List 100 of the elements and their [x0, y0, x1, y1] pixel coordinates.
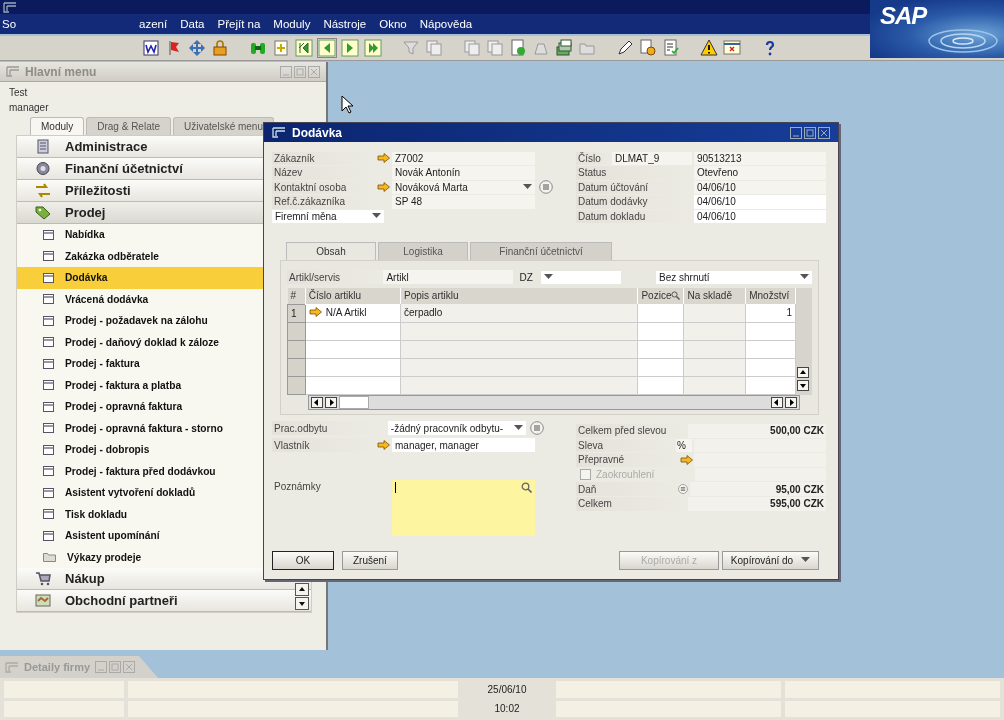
stacked-documents-icon[interactable]: [555, 39, 573, 57]
column-header[interactable]: Pozice: [637, 287, 684, 304]
tab[interactable]: Drag & Relate: [86, 117, 172, 135]
copy-button[interactable]: Kopírování do: [722, 550, 819, 570]
menu-item[interactable]: Okno: [379, 18, 407, 30]
input-field[interactable]: 04/06/10: [694, 180, 826, 194]
input-field[interactable]: manager, manager: [392, 438, 535, 452]
menu-entry[interactable]: Prodej - faktura před dodávkou: [17, 460, 311, 482]
scroll-left-button[interactable]: [771, 396, 783, 408]
pencil-icon[interactable]: [616, 39, 634, 57]
status-time: 10:02: [493, 702, 521, 717]
close-icon[interactable]: [308, 65, 320, 78]
menu-entry[interactable]: Prodej - daňový doklad k záloze: [17, 331, 311, 353]
tab[interactable]: Finanční účetnictví: [470, 241, 612, 260]
dropdown-arrow-icon[interactable]: [543, 274, 553, 280]
document-icon[interactable]: [142, 39, 160, 57]
input-field[interactable]: Z7002: [392, 151, 535, 165]
link-arrow-icon[interactable]: [308, 307, 322, 317]
menu-entry[interactable]: Prodej - faktura a platba: [17, 374, 311, 396]
checklist-icon[interactable]: [662, 39, 680, 57]
dropdown-arrow-icon[interactable]: [514, 425, 523, 431]
module-header[interactable]: Obchodní partneři: [17, 590, 311, 612]
vertical-scrollbar[interactable]: [796, 287, 812, 395]
input-field[interactable]: 04/06/10: [694, 209, 826, 223]
tab[interactable]: Moduly: [30, 117, 85, 135]
last-record-icon[interactable]: [364, 39, 382, 57]
tab[interactable]: Logistika: [378, 241, 468, 260]
cancel-button[interactable]: Zrušení: [342, 550, 398, 570]
warning-icon[interactable]: [700, 39, 718, 57]
list-button-icon[interactable]: [678, 482, 688, 497]
scroll-down-button[interactable]: [797, 379, 810, 391]
column-header[interactable]: Množství: [745, 287, 796, 304]
previous-record-icon[interactable]: [318, 39, 336, 57]
input-field[interactable]: Otevřeno: [694, 166, 826, 180]
dropdown-arrow-icon[interactable]: [523, 184, 532, 191]
scroll-left-button[interactable]: [311, 396, 323, 408]
copy-icon[interactable]: [425, 39, 443, 57]
scroll-right-button[interactable]: [785, 396, 797, 408]
menu-item[interactable]: Přejít na: [217, 18, 261, 30]
dropdown-arrow-icon[interactable]: [800, 274, 809, 280]
input-field[interactable]: 04/06/10: [694, 195, 826, 209]
copy-icon[interactable]: [463, 39, 481, 57]
lock-icon[interactable]: [211, 39, 229, 57]
link-arrow-icon[interactable]: [377, 182, 390, 193]
column-header[interactable]: Číslo artiklu: [305, 287, 401, 304]
dropdown-arrow-icon[interactable]: [801, 557, 811, 563]
menu-entry[interactable]: Asistent upomínání: [17, 525, 311, 547]
copy-icon[interactable]: [486, 39, 504, 57]
dropdown-field[interactable]: -žádný pracovník odbytu-: [387, 421, 526, 435]
input-field[interactable]: Novák Antonín: [392, 166, 535, 180]
company-name: Test: [9, 86, 29, 100]
tab[interactable]: Obsah: [286, 241, 376, 260]
tab[interactable]: Uživatelské menu: [173, 117, 274, 135]
menu-entry[interactable]: Prodej - opravná faktura: [17, 396, 311, 418]
input-field[interactable]: 90513213: [694, 151, 826, 165]
menu-item[interactable]: Moduly: [273, 18, 311, 30]
move-arrows-icon[interactable]: [188, 39, 206, 57]
search-icon[interactable]: [671, 291, 681, 301]
menu-item[interactable]: Nástroje: [323, 18, 367, 30]
currency-select[interactable]: Firemní měna: [272, 209, 384, 223]
link-arrow-icon[interactable]: [377, 153, 390, 164]
amount-field[interactable]: [694, 453, 826, 467]
search-icon[interactable]: [521, 481, 532, 493]
notes-field[interactable]: [392, 479, 535, 536]
dropdown-field[interactable]: Nováková Marta: [392, 180, 535, 194]
column-header[interactable]: Popis artiklu: [400, 287, 638, 304]
row-number[interactable]: 1: [287, 304, 306, 322]
close-icon[interactable]: [818, 126, 830, 139]
scroll-up-button[interactable]: [295, 583, 309, 596]
menu-entry[interactable]: Prodej - faktura: [17, 353, 311, 375]
input-field[interactable]: SP 48: [392, 195, 535, 209]
maximize-icon[interactable]: [804, 126, 816, 139]
minimize-icon[interactable]: [790, 126, 802, 139]
dropdown-arrow-icon[interactable]: [372, 213, 381, 220]
column-header[interactable]: #: [287, 287, 306, 304]
column-header[interactable]: Na skladě: [683, 287, 746, 304]
menu-item[interactable]: Data: [180, 18, 205, 30]
window-close-icon[interactable]: [723, 39, 741, 57]
filter-icon[interactable]: [402, 39, 420, 57]
series-field[interactable]: DLMAT_9: [612, 151, 692, 165]
menu-item[interactable]: So: [2, 18, 17, 30]
dropdown-field[interactable]: Bez shrnutí: [656, 270, 812, 284]
ok-button[interactable]: OK: [272, 550, 334, 570]
scroll-thumb[interactable]: [339, 395, 369, 409]
list-button-icon[interactable]: [530, 421, 544, 435]
first-record-icon[interactable]: [295, 39, 313, 57]
list-button-icon[interactable]: [539, 180, 553, 195]
link-arrow-icon[interactable]: [377, 440, 390, 450]
scroll-right-button[interactable]: [325, 396, 337, 408]
input-field[interactable]: Artikl: [383, 270, 514, 284]
menu-item[interactable]: Nápověda: [419, 18, 473, 30]
scroll-up-button[interactable]: [797, 366, 810, 378]
percent-field[interactable]: %: [676, 438, 692, 453]
scroll-down-button[interactable]: [295, 597, 309, 610]
next-record-icon[interactable]: [341, 39, 359, 57]
menu-item[interactable]: azení: [139, 18, 168, 30]
link-arrow-icon[interactable]: [680, 455, 693, 465]
menu-entry[interactable]: Tisk dokladu: [17, 503, 311, 525]
new-document-icon[interactable]: [272, 39, 290, 57]
dropdown-field[interactable]: [540, 270, 621, 284]
